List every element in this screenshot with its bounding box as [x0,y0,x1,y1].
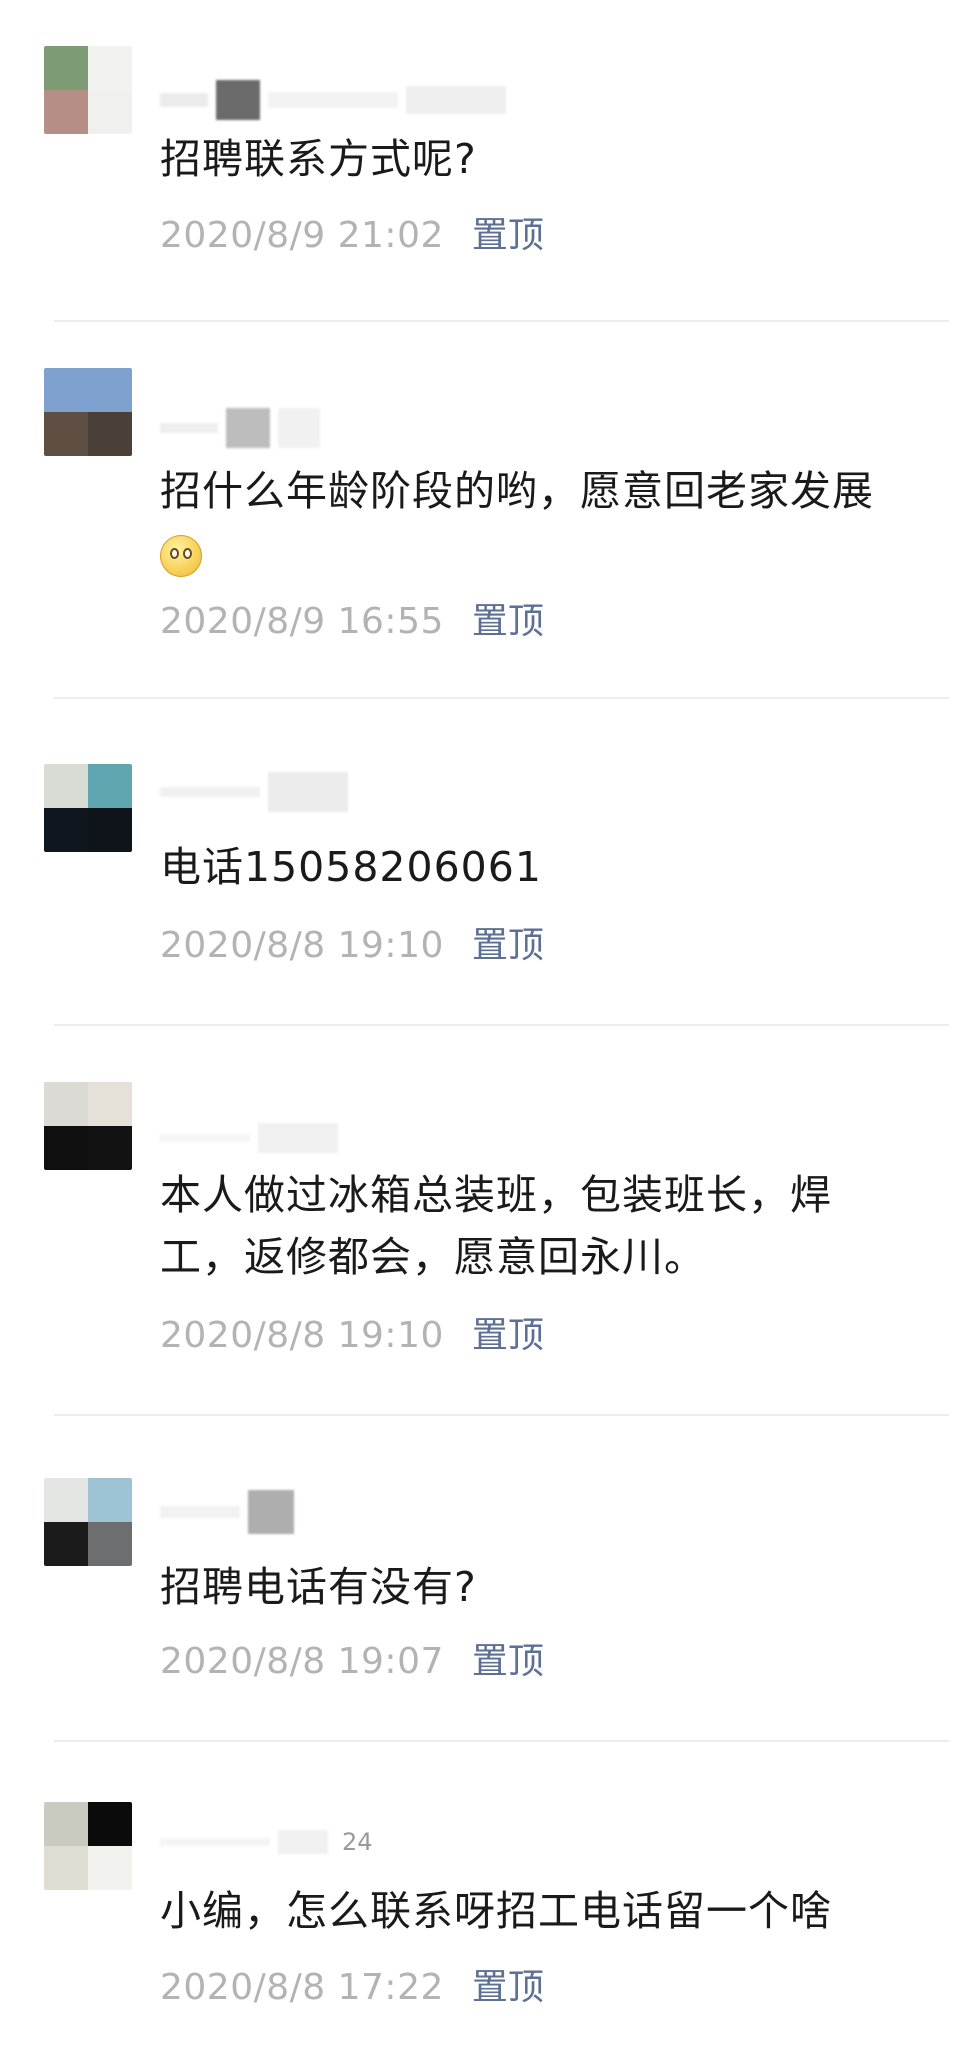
avatar-tile [44,1522,88,1566]
name-blur-block [226,408,270,448]
comment-text: 本人做过冰箱总装班，包装班长，焊工，返修都会，愿意回永川。 [160,1171,832,1281]
username-blurred[interactable] [160,80,514,120]
name-blur-block [160,1506,240,1518]
avatar-tile [44,1802,88,1846]
timestamp: 2020/8/8 19:10 [160,925,444,966]
comment-text: 招什么年龄阶段的哟，愿意回老家发展 [160,460,920,584]
avatar[interactable] [44,1478,132,1566]
username-blurred[interactable] [160,772,356,812]
username-blurred[interactable] [160,1490,302,1534]
comment-text: 电话15058206061 [160,843,542,891]
username-blurred[interactable] [160,408,328,448]
divider [54,320,949,322]
pin-button[interactable]: 置顶 [472,1640,544,1684]
comment-meta: 2020/8/8 19:07 置顶 [160,1640,544,1684]
comment-meta: 2020/8/9 21:02 置顶 [160,214,544,258]
avatar-tile [44,1478,88,1522]
avatar-tile [44,412,88,456]
name-blur-block [268,772,348,812]
avatar-tile [88,368,132,412]
comment-text-content: 招什么年龄阶段的哟，愿意回老家发展 [160,467,874,515]
comment-text: 招聘电话有没有? [160,1563,477,1611]
pin-button[interactable]: 置顶 [472,1966,544,2010]
like-count: 24 [342,1828,373,1856]
avatar-tile [88,808,132,852]
timestamp: 2020/8/8 19:10 [160,1315,444,1356]
pin-button[interactable]: 置顶 [472,214,544,258]
name-blur-block [278,1830,328,1854]
comment-meta: 2020/8/8 19:10 置顶 [160,1314,544,1358]
avatar-tile [44,1126,88,1170]
comment-meta: 2020/8/8 17:22 置顶 [160,1966,544,2010]
name-blur-block [268,92,398,108]
avatar-tile [88,1478,132,1522]
avatar-tile [44,1846,88,1890]
name-blur-block [258,1123,338,1153]
timestamp: 2020/8/9 21:02 [160,215,444,256]
timestamp: 2020/8/9 16:55 [160,601,444,642]
divider [54,1740,949,1742]
timestamp: 2020/8/8 19:07 [160,1641,444,1682]
avatar-tile [88,46,132,90]
avatar-tile [88,1082,132,1126]
name-blur-block [160,423,218,433]
pin-button[interactable]: 置顶 [472,924,544,968]
avatar[interactable] [44,764,132,852]
avatar-tile [88,412,132,456]
name-blur-block [216,80,260,120]
avatar-tile [88,90,132,134]
avatar[interactable] [44,1082,132,1170]
name-blur-block [160,787,260,797]
avatar-tile [44,90,88,134]
avatar-tile [44,368,88,412]
divider [54,1024,949,1026]
avatar-tile [44,808,88,852]
avatar[interactable] [44,368,132,456]
avatar-tile [88,764,132,808]
smile-emoji-icon [160,535,202,577]
comment-meta: 2020/8/8 19:10 置顶 [160,924,544,968]
divider [54,1414,949,1416]
name-blur-block [406,86,506,114]
avatar-tile [88,1126,132,1170]
name-blur-block [160,1838,270,1846]
name-blur-block [248,1490,294,1534]
avatar-tile [44,1082,88,1126]
username-blurred[interactable]: 24 [160,1822,373,1862]
comment-text: 招聘联系方式呢? [160,135,477,183]
avatar-tile [88,1846,132,1890]
comment-text: 小编，怎么联系呀招工电话留一个啥 [160,1887,832,1935]
divider [54,697,949,699]
pin-button[interactable]: 置顶 [472,1314,544,1358]
avatar-tile [88,1522,132,1566]
name-blur-block [160,1134,250,1142]
username-blurred[interactable] [160,1118,346,1158]
name-blur-block [278,408,320,448]
avatar-tile [88,1802,132,1846]
name-blur-block [160,93,208,107]
pin-button[interactable]: 置顶 [472,600,544,644]
avatar[interactable] [44,1802,132,1890]
timestamp: 2020/8/8 17:22 [160,1967,444,2008]
comment-meta: 2020/8/9 16:55 置顶 [160,600,544,644]
avatar-tile [44,764,88,808]
avatar[interactable] [44,46,132,134]
avatar-tile [44,46,88,90]
